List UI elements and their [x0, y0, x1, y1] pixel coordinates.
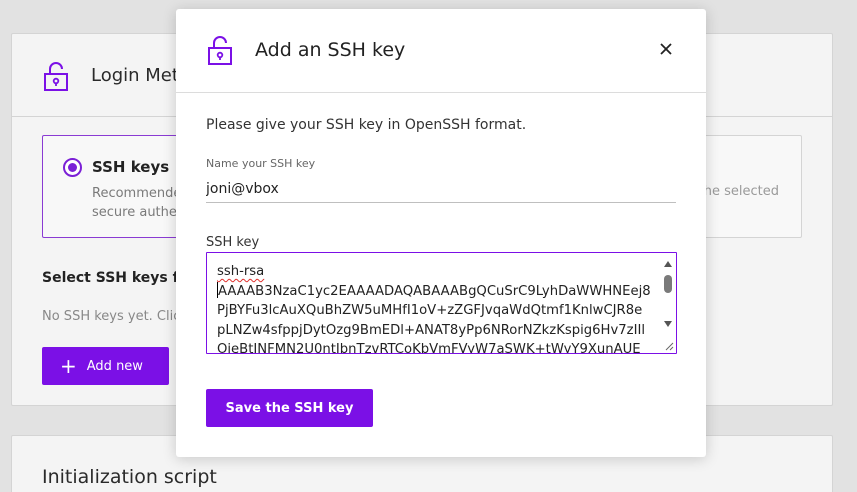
add-new-button[interactable]: + Add new [42, 347, 169, 385]
scroll-up-arrow-icon[interactable] [663, 259, 673, 269]
ssh-key-content: ssh-rsa AAAAB3NzaC1yc2EAAAADAQABAAABgQCu… [217, 262, 659, 354]
ssh-keys-radio[interactable] [63, 158, 82, 177]
dialog-instructions: Please give your SSH key in OpenSSH form… [206, 117, 527, 133]
ssh-key-textarea[interactable]: ssh-rsa AAAAB3NzaC1yc2EAAAADAQABAAABgQCu… [206, 252, 677, 354]
ssh-key-name-label: Name your SSH key [206, 157, 316, 170]
unlock-icon [44, 62, 68, 91]
login-method-title: Login Met [91, 65, 179, 86]
dialog-header: Add an SSH key [176, 9, 706, 93]
close-icon [660, 43, 672, 55]
add-ssh-key-dialog: Add an SSH key Please give your SSH key … [176, 9, 706, 457]
password-option-description: he selected [703, 184, 779, 199]
scroll-down-arrow-icon[interactable] [663, 319, 673, 329]
save-ssh-key-button[interactable]: Save the SSH key [206, 389, 373, 427]
close-button[interactable] [654, 37, 678, 61]
ssh-key-label: SSH key [206, 235, 260, 250]
ssh-key-name-input[interactable] [206, 175, 676, 203]
no-ssh-keys-text: No SSH keys yet. Clic [42, 309, 181, 324]
ssh-key-line-5: OjeBtJNFMN2U0ntJbnTzvRTCoKbVmFVyW7aSWK+t… [217, 342, 641, 354]
unlock-icon [208, 36, 232, 65]
initialization-script-title: Initialization script [42, 466, 217, 488]
ssh-key-line-2: AAAAB3NzaC1yc2EAAAADAQABAAABgQCuSrC9LyhD… [218, 283, 651, 299]
plus-icon: + [60, 354, 77, 378]
textarea-scrollbar[interactable] [661, 253, 675, 353]
ssh-key-line-1: ssh-rsa [217, 264, 265, 279]
scrollbar-thumb[interactable] [664, 275, 672, 293]
ssh-keys-option-label: SSH keys [92, 158, 170, 176]
add-new-label: Add new [86, 358, 143, 374]
ssh-key-line-4: pLNZw4sfppjDytOzg9BmEDl+ANAT8yPp6NRorNZk… [217, 322, 646, 338]
resize-grip-icon[interactable] [665, 342, 674, 351]
dialog-title: Add an SSH key [255, 39, 406, 61]
ssh-key-line-3: PjBYFu3lcAuXQuBhZW5uMHfI1oV+zZGFJvqaWdQt… [217, 303, 643, 318]
